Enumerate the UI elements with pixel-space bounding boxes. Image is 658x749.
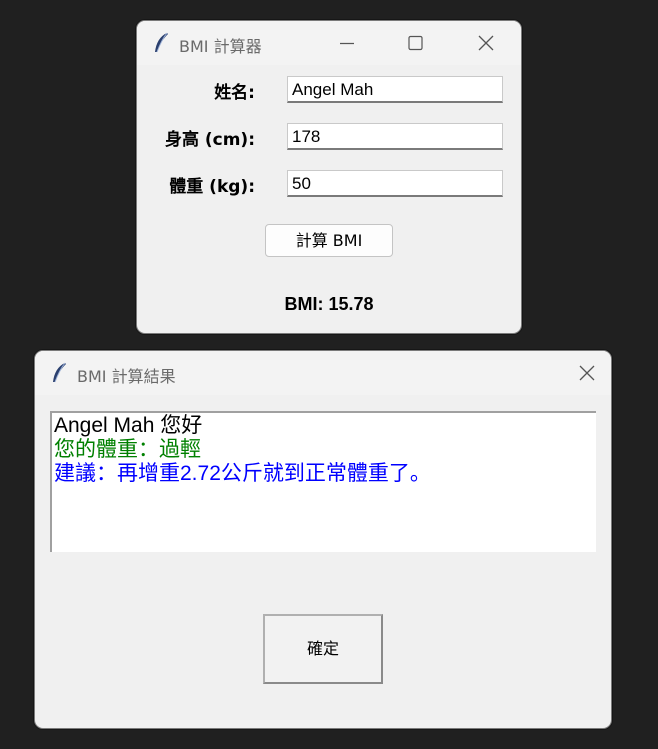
window-title: BMI 計算結果 [77,367,176,386]
feather-icon [50,362,68,384]
advice-line: 建議：再增重2.72公斤就到正常體重了。 [54,462,431,485]
ok-button[interactable]: 確定 [263,614,383,684]
weight-input[interactable]: 50 [287,170,503,197]
height-label: 身高 (cm): [164,130,255,150]
bmi-result-label: BMI: 15.78 [284,294,374,314]
greeting-line: Angel Mah 您好 [54,414,203,437]
close-icon[interactable] [474,31,498,55]
name-label: 姓名: [214,83,255,103]
name-input[interactable]: Angel Mah [287,76,503,103]
weight-label: 體重 (kg): [169,177,255,197]
calculate-bmi-button[interactable]: 計算 BMI [265,224,393,257]
minimize-icon[interactable] [335,31,359,55]
maximize-icon[interactable] [403,31,427,55]
feather-icon [152,32,170,54]
status-line: 您的體重：過輕 [54,438,201,461]
title-bar[interactable]: BMI 計算器 [137,21,521,65]
height-input[interactable]: 178 [287,123,503,150]
window-title: BMI 計算器 [179,37,262,56]
bmi-calculator-window: BMI 計算器 姓名: Angel Mah 身高 (cm): 178 體重 (k… [136,20,522,334]
result-textbox[interactable]: Angel Mah 您好 您的體重：過輕 建議：再增重2.72公斤就到正常體重了… [50,411,596,552]
bmi-result-window: BMI 計算結果 Angel Mah 您好 您的體重：過輕 建議：再增重2.72… [34,350,612,729]
title-bar[interactable]: BMI 計算結果 [35,351,611,395]
close-icon[interactable] [575,361,599,385]
